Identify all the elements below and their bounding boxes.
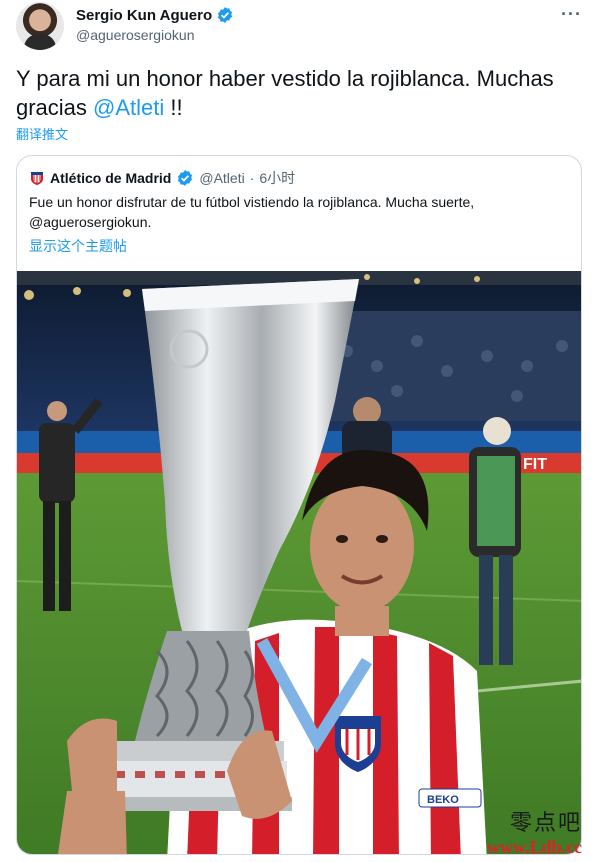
more-options-icon[interactable]: ··· (561, 4, 582, 25)
tweet-header: Sergio Kun Aguero @aguerosergiokun ··· (16, 2, 582, 52)
mention-link[interactable]: @Atleti (93, 95, 164, 120)
watermark-cn: 零点吧 (509, 811, 582, 836)
quoted-verified-badge-icon (178, 170, 193, 186)
quoted-header: Atlético de Madrid @Atleti · 6小时 (29, 168, 295, 188)
quoted-separator: · (249, 170, 255, 186)
quoted-time[interactable]: 6小时 (259, 168, 295, 188)
translate-tweet-link[interactable]: 翻译推文 (16, 124, 68, 143)
author-avatar[interactable] (16, 2, 64, 50)
author-name[interactable]: Sergio Kun Aguero (76, 7, 212, 24)
verified-badge-icon (218, 7, 233, 23)
board-text: FIT (523, 456, 547, 473)
quoted-author-name[interactable]: Atlético de Madrid (50, 170, 171, 186)
tweet-text: Y para mi un honor haber vestido la roji… (16, 64, 582, 122)
trophy-photo-image: FIT BEKO (17, 271, 581, 854)
sponsor-patch-text: BEKO (427, 794, 459, 806)
watermark: 零点吧 www.Ldb.cc (487, 805, 582, 858)
quoted-text: Fue un honor disfrutar de tu fútbol vist… (29, 194, 475, 230)
quoted-photo[interactable]: FIT BEKO (17, 271, 581, 854)
atletico-logo-icon (31, 172, 43, 185)
author-handle[interactable]: @aguerosergiokun (76, 27, 195, 43)
author-name-row: Sergio Kun Aguero (76, 6, 234, 24)
watermark-url: www.Ldb.cc (486, 837, 582, 857)
quoted-tweet-card[interactable]: Atlético de Madrid @Atleti · 6小时 Fue un … (16, 155, 582, 855)
tweet-text-end: !! (164, 95, 183, 120)
show-thread-link[interactable]: 显示这个主题帖 (29, 236, 127, 256)
quoted-handle[interactable]: @Atleti (199, 170, 244, 186)
